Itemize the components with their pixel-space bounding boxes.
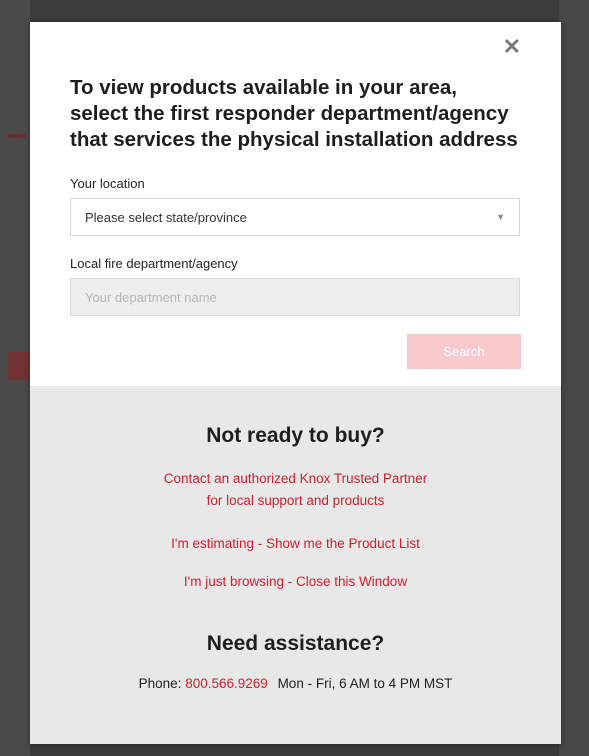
location-label: Your location — [70, 176, 145, 191]
search-button[interactable]: Search — [407, 334, 521, 369]
search-row: Search — [70, 334, 521, 369]
phone-number-link[interactable]: 800.566.9269 — [185, 676, 268, 691]
assistance-heading: Need assistance? — [206, 632, 385, 655]
contact-partner-link-line1[interactable]: Contact an authorized Knox Trusted Partn… — [30, 468, 561, 490]
background-decoration — [8, 134, 26, 138]
contact-partner-link[interactable]: Contact an authorized Knox Trusted Partn… — [30, 468, 561, 512]
phone-info: Phone: 800.566.9269 Mon - Fri, 6 AM to 4… — [30, 676, 561, 691]
location-select[interactable]: Please select state/province ▼ — [70, 198, 520, 236]
phone-hours: Mon - Fri, 6 AM to 4 PM MST — [277, 676, 453, 691]
phone-label: Phone: — [138, 676, 182, 691]
department-label: Local fire department/agency — [70, 256, 238, 271]
location-modal: ✕ To view products available in your are… — [30, 22, 561, 744]
not-ready-heading: Not ready to buy? — [206, 424, 385, 447]
background-right-strip — [559, 0, 589, 756]
chevron-down-icon: ▼ — [496, 212, 505, 222]
location-select-value: Please select state/province — [85, 209, 247, 225]
department-input[interactable] — [70, 278, 520, 316]
product-list-link[interactable]: I'm estimating - Show me the Product Lis… — [30, 533, 561, 555]
modal-title: To view products available in your area,… — [70, 76, 518, 151]
background-decoration — [8, 352, 30, 380]
modal-help-section: Not ready to buy? Contact an authorized … — [30, 386, 561, 744]
modal-form-section: To view products available in your area,… — [30, 22, 561, 369]
close-window-link[interactable]: I'm just browsing - Close this Window — [30, 571, 561, 593]
close-icon[interactable]: ✕ — [503, 36, 521, 58]
contact-partner-link-line2[interactable]: for local support and products — [30, 490, 561, 512]
